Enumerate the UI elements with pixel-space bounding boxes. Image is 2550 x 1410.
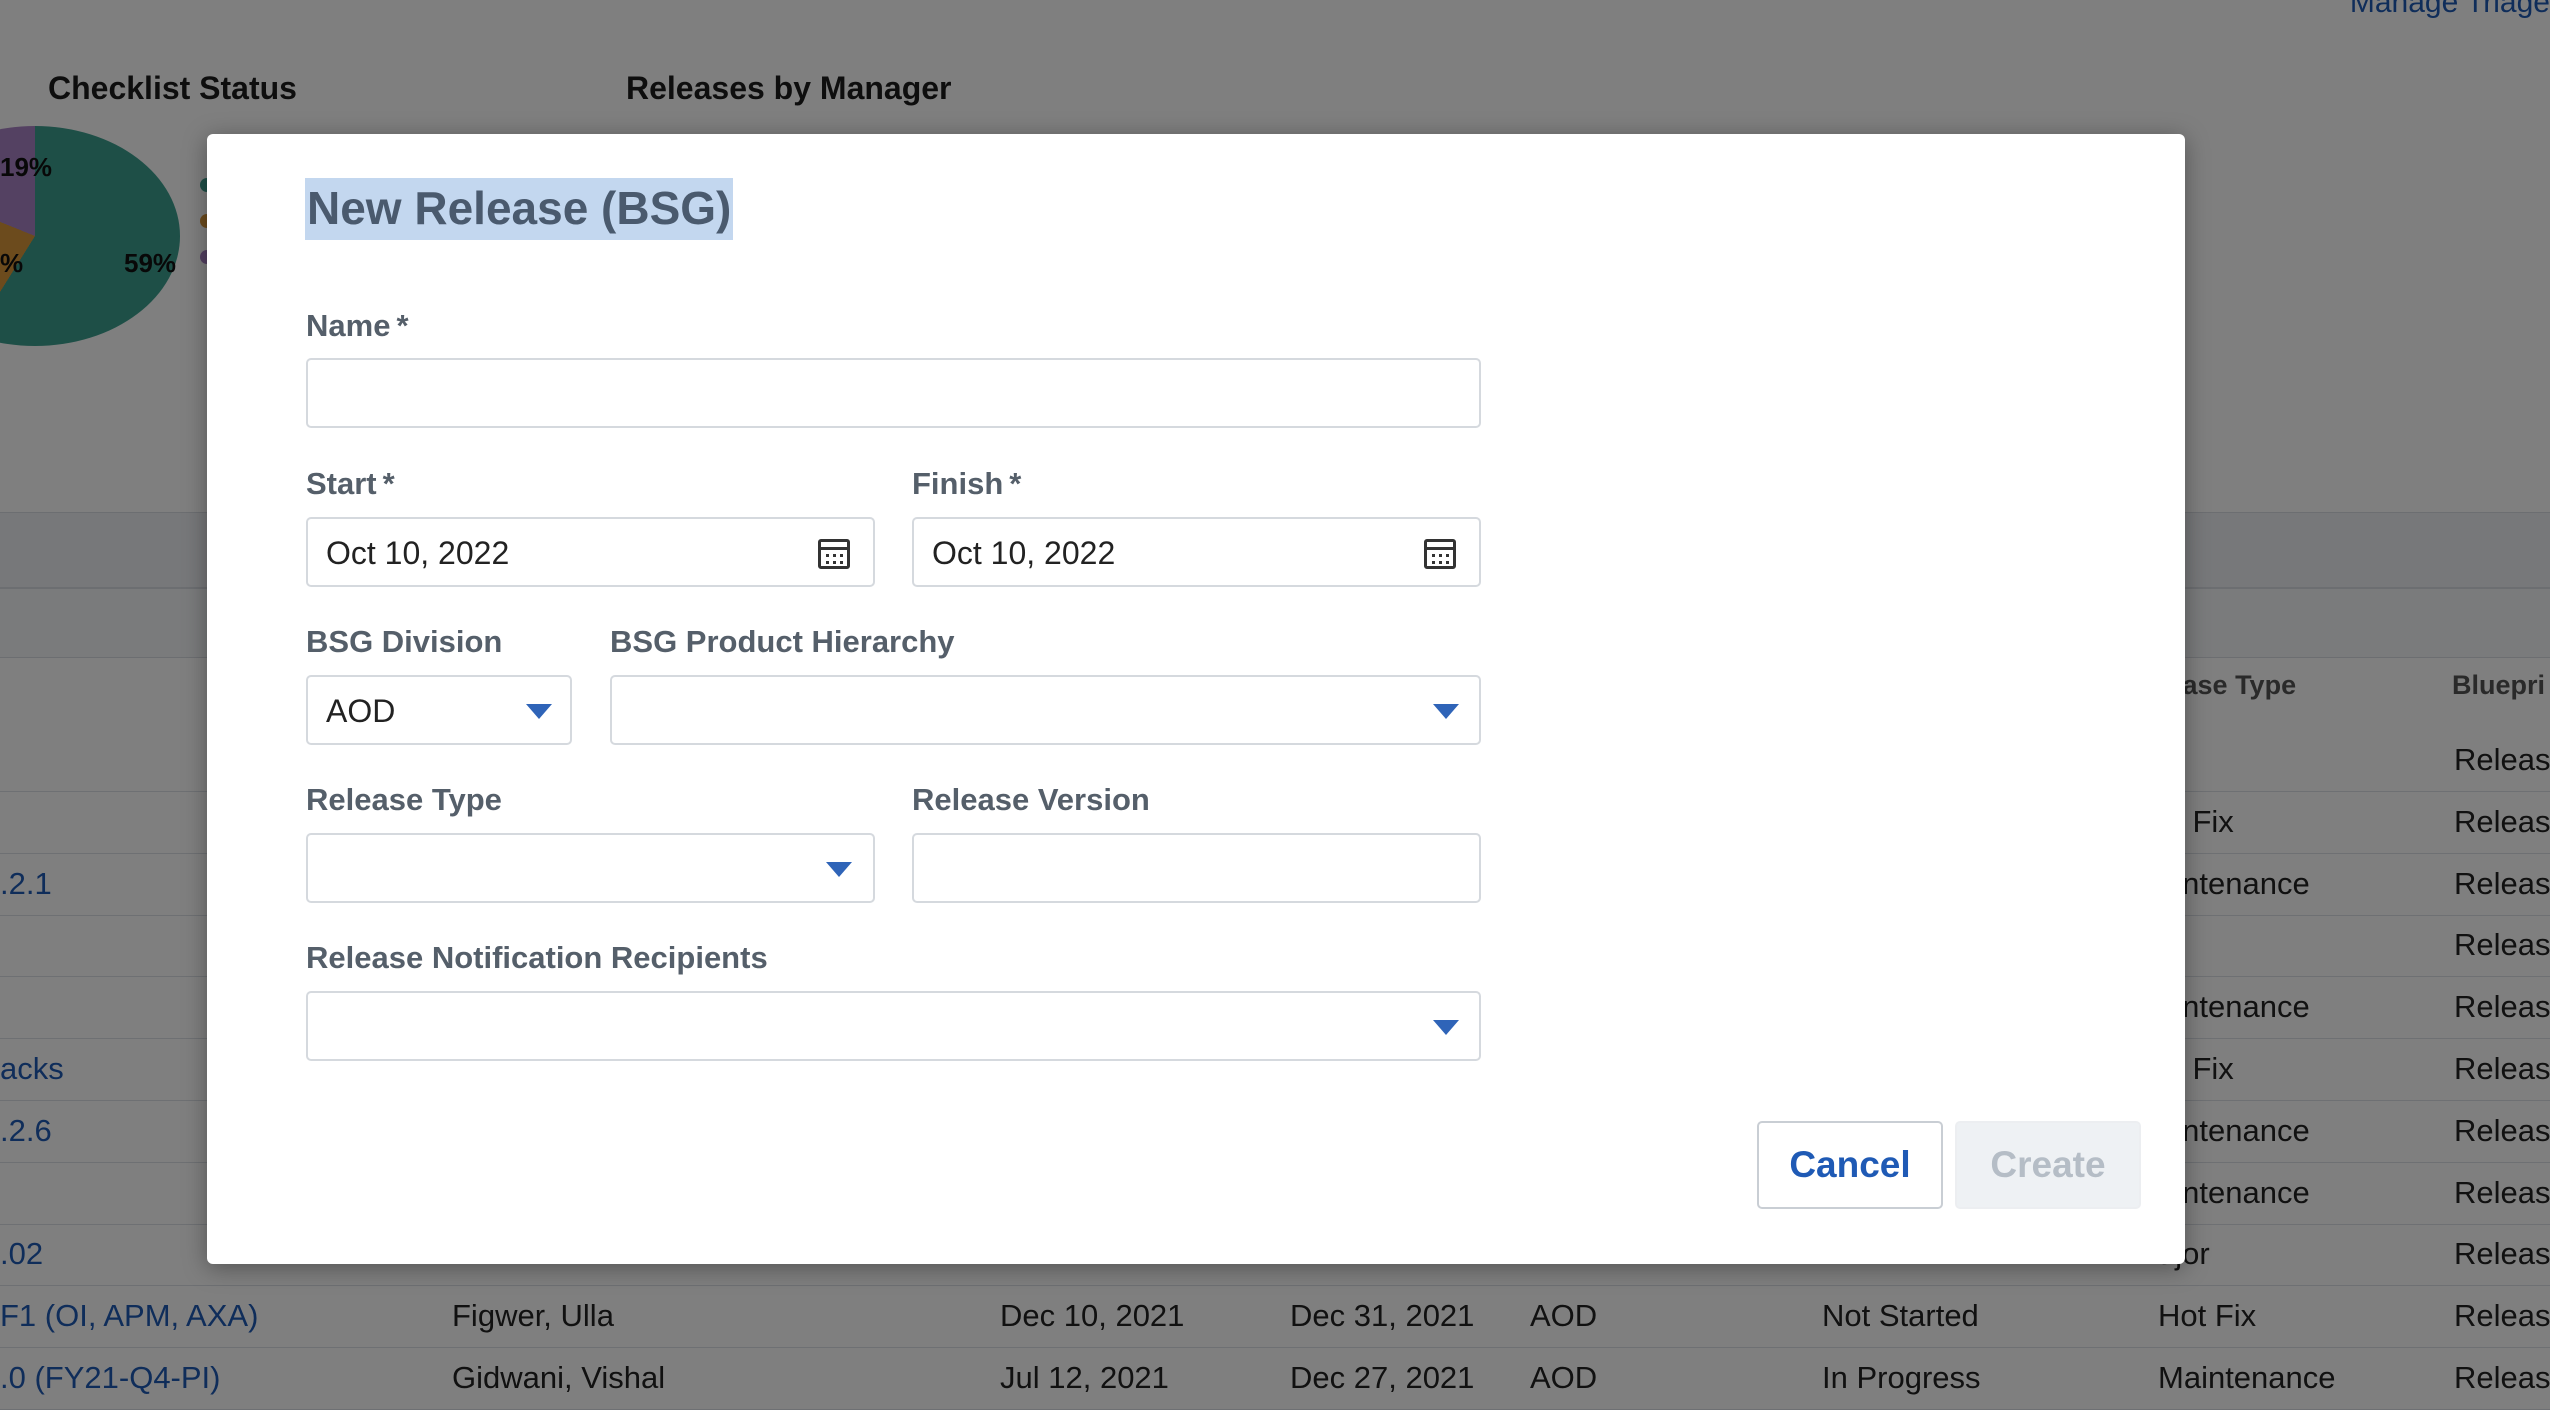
chevron-down-icon: [826, 862, 852, 877]
start-date-value: Oct 10, 2022: [326, 535, 510, 571]
calendar-icon[interactable]: [818, 539, 850, 569]
new-release-dialog: New Release (BSG) Name * Start * Oct 10, 2…: [207, 134, 2185, 1264]
create-button[interactable]: Create: [1955, 1121, 2141, 1209]
chevron-down-icon: [1433, 1020, 1459, 1035]
required-marker: *: [396, 308, 409, 343]
start-label: Start *: [306, 466, 395, 502]
release-type-label: Release Type: [306, 782, 502, 817]
product-hierarchy-select[interactable]: [610, 675, 1481, 745]
release-version-label: Release Version: [912, 782, 1150, 817]
release-type-select[interactable]: [306, 833, 875, 903]
name-input[interactable]: [306, 358, 1481, 428]
division-select[interactable]: AOD: [306, 675, 572, 745]
calendar-icon[interactable]: [1424, 539, 1456, 569]
release-version-input[interactable]: [912, 833, 1481, 903]
name-label: Name *: [306, 308, 409, 344]
division-label: BSG Division: [306, 624, 503, 659]
recipients-select[interactable]: [306, 991, 1481, 1061]
division-value: AOD: [326, 693, 396, 729]
chevron-down-icon: [526, 704, 552, 719]
start-date-input[interactable]: Oct 10, 2022: [306, 517, 875, 587]
dialog-title: New Release (BSG): [305, 178, 734, 240]
required-marker: *: [382, 466, 395, 501]
finish-label: Finish *: [912, 466, 1021, 502]
finish-date-value: Oct 10, 2022: [932, 535, 1116, 571]
chevron-down-icon: [1433, 704, 1459, 719]
cancel-button[interactable]: Cancel: [1757, 1121, 1943, 1209]
finish-date-input[interactable]: Oct 10, 2022: [912, 517, 1481, 587]
required-marker: *: [1009, 466, 1022, 501]
finish-label-text: Finish: [912, 466, 1004, 501]
name-label-text: Name: [306, 308, 391, 343]
product-hierarchy-label: BSG Product Hierarchy: [610, 624, 955, 659]
recipients-label: Release Notification Recipients: [306, 940, 768, 975]
start-label-text: Start: [306, 466, 377, 501]
